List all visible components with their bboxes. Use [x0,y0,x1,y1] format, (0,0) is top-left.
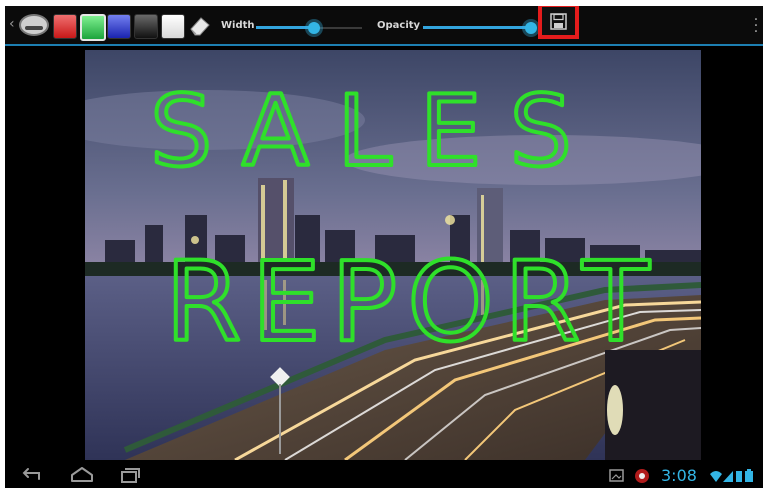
action-bar: ‹ Width Opacity · · · [5,6,763,46]
overflow-menu-icon[interactable]: · · · [753,13,759,39]
app-logo-icon [19,14,49,36]
opacity-slider[interactable] [423,22,537,34]
drawn-text-line-2: REPORT [165,238,659,366]
back-chevron-icon: ‹ [9,16,15,32]
width-slider-thumb[interactable] [308,22,320,34]
color-swatch-green[interactable] [80,14,106,41]
save-button[interactable] [538,6,579,39]
system-nav-bar: 3:08 [5,462,763,488]
opacity-label: Opacity [377,20,421,31]
notification-icon[interactable] [633,464,663,486]
eraser-icon[interactable] [188,14,212,38]
color-swatch-blue[interactable] [107,14,131,39]
color-swatch-black[interactable] [134,14,158,39]
tablet-screen: ‹ Width Opacity · · · SALES REPORT 3:08 [5,6,763,488]
home-icon[interactable] [67,464,97,486]
width-slider[interactable] [256,22,362,34]
color-swatch-white[interactable] [161,14,185,39]
drawing-canvas[interactable]: SALES REPORT [85,50,701,460]
battery-icon [735,464,759,486]
opacity-slider-thumb[interactable] [525,22,537,34]
color-swatch-red[interactable] [53,14,77,39]
app-home-button[interactable]: ‹ [7,10,49,40]
recent-apps-icon[interactable] [115,464,145,486]
save-icon [550,13,567,30]
width-label: Width [221,20,255,31]
background-photo: SALES REPORT [85,50,701,460]
clock: 3:08 [661,466,697,485]
drawn-text-line-1: SALES [150,75,600,189]
back-arrow-icon[interactable] [17,464,47,486]
